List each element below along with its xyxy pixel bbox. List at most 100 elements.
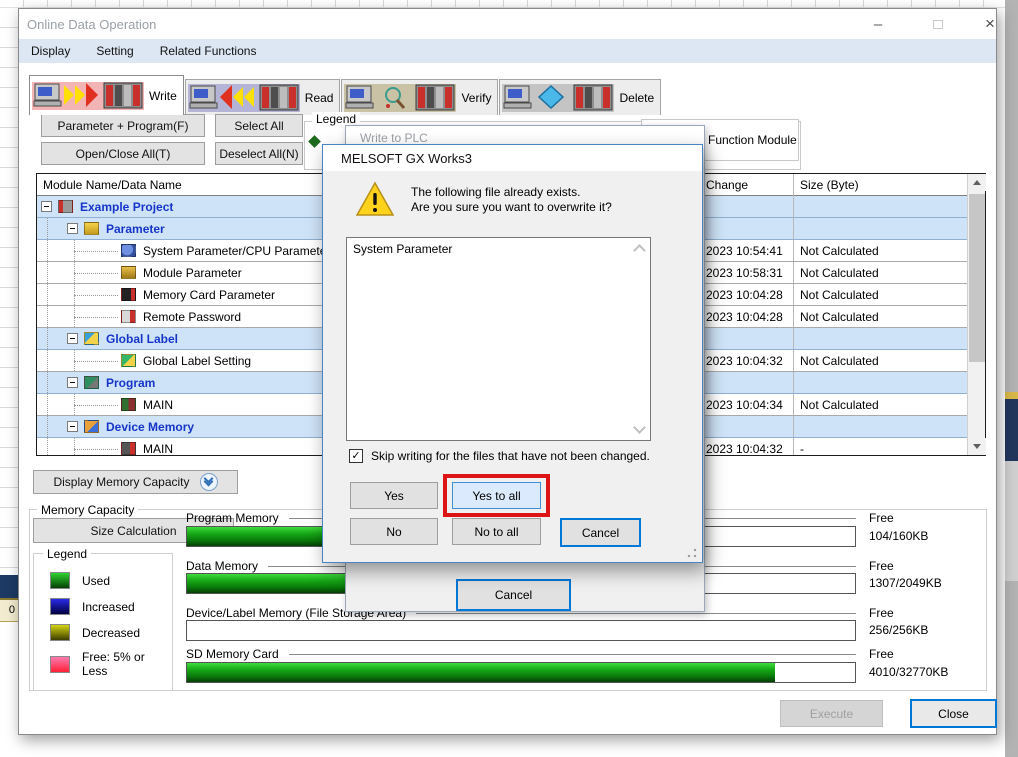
expand-collapse-toggle[interactable] xyxy=(67,377,78,388)
tree-item-label: MAIN xyxy=(143,442,173,456)
tree-cell-size xyxy=(793,372,967,393)
free-heading: Free xyxy=(869,559,894,573)
execute-button[interactable]: Execute xyxy=(780,700,883,727)
tree-cell-size: - xyxy=(793,438,967,455)
menu-item-display[interactable]: Display xyxy=(31,44,70,58)
overwrite-confirm-dialog: MELSOFT GX Works3 The following file alr… xyxy=(322,144,703,563)
window-title: Online Data Operation xyxy=(27,17,156,32)
tree-item-label: Module Parameter xyxy=(143,266,242,280)
module-parameter-icon xyxy=(121,266,136,279)
scroll-down-arrow-icon[interactable] xyxy=(968,438,986,455)
parameter-folder-icon xyxy=(84,222,99,235)
minimize-button[interactable]: – xyxy=(865,14,891,34)
menu-bar: Display Setting Related Functions xyxy=(19,39,996,63)
close-button[interactable]: Close xyxy=(910,699,997,728)
checkbox-checked-icon[interactable]: ✓ xyxy=(349,449,363,463)
tree-cell-size xyxy=(793,196,967,217)
write-to-plc-title: Write to PLC xyxy=(360,131,428,145)
device-memory-main-icon xyxy=(121,442,136,455)
yes-button[interactable]: Yes xyxy=(350,482,438,509)
tree-cell-size: Not Calculated xyxy=(793,394,967,415)
tree-item-label: System Parameter/CPU Parameter xyxy=(143,244,330,258)
expand-collapse-toggle[interactable] xyxy=(67,223,78,234)
select-all-button[interactable]: Select All xyxy=(215,114,303,137)
expand-collapse-toggle[interactable] xyxy=(41,201,52,212)
background-right-edge-navy xyxy=(1005,399,1018,461)
parameter-program-button[interactable]: Parameter + Program(F) xyxy=(41,114,205,137)
open-close-all-button[interactable]: Open/Close All(T) xyxy=(41,142,205,165)
tab-label: Verify xyxy=(461,91,491,105)
legend-panel-label: Legend xyxy=(312,112,360,126)
free-heading: Free xyxy=(869,647,894,661)
file-listbox[interactable]: System Parameter xyxy=(346,237,651,441)
file-list-item[interactable]: System Parameter xyxy=(347,238,650,260)
tree-item-label: Program xyxy=(106,376,155,390)
skip-writing-checkbox-row[interactable]: ✓ Skip writing for the files that have n… xyxy=(349,449,650,463)
tree-item-label: Parameter xyxy=(106,222,165,236)
tab-label: Delete xyxy=(619,91,654,105)
function-module-label: Function Module xyxy=(708,133,797,147)
free-heading: Free xyxy=(869,511,894,525)
free-value: 104/160KB xyxy=(869,529,928,543)
minimize-icon: – xyxy=(874,16,882,33)
memory-bar-label-sd-memory-card: SD Memory Card xyxy=(186,647,856,661)
yes-to-all-button[interactable]: Yes to all xyxy=(452,482,541,509)
maximize-button[interactable] xyxy=(925,14,951,34)
scroll-up-arrow-icon[interactable] xyxy=(968,174,986,191)
free-value: 1307/2049KB xyxy=(869,576,942,590)
memory-bar-fill xyxy=(187,663,775,682)
tree-item-label: Global Label xyxy=(106,332,178,346)
no-to-all-button[interactable]: No to all xyxy=(452,518,541,545)
delete-tab-icon xyxy=(502,84,614,112)
expand-collapse-toggle[interactable] xyxy=(67,333,78,344)
background-right-edge-light xyxy=(1005,461,1018,581)
maximize-icon xyxy=(933,20,943,29)
overwrite-dialog-title-bar[interactable]: MELSOFT GX Works3 xyxy=(323,145,702,171)
deselect-all-button[interactable]: Deselect All(N) xyxy=(215,142,303,165)
program-main-icon xyxy=(121,398,136,411)
tree-cell-size: Not Calculated xyxy=(793,350,967,371)
resize-grip-icon[interactable] xyxy=(687,548,697,558)
tree-cell-size: Not Calculated xyxy=(793,240,967,261)
screen: 0 Online Data Operation – × Display Setti… xyxy=(0,0,1018,757)
title-bar[interactable]: Online Data Operation – × xyxy=(19,9,996,39)
overwrite-dialog-title: MELSOFT GX Works3 xyxy=(341,151,472,166)
background-spreadsheet-grid-top xyxy=(0,0,1018,8)
tree-cell-size: Not Calculated xyxy=(793,306,967,327)
background-right-edge-accent xyxy=(1005,392,1018,399)
tree-item-label: Device Memory xyxy=(106,420,194,434)
memory-bar-sd-memory-card xyxy=(186,662,856,683)
warning-icon xyxy=(355,181,395,220)
column-header-size[interactable]: Size (Byte) xyxy=(793,174,967,196)
scrollbar-thumb[interactable] xyxy=(969,194,985,362)
display-memory-capacity-button[interactable]: Display Memory Capacity xyxy=(33,470,238,494)
menu-item-setting[interactable]: Setting xyxy=(96,44,133,58)
background-spreadsheet-grid-left xyxy=(0,8,18,575)
menu-item-related-functions[interactable]: Related Functions xyxy=(160,44,257,58)
tab-write[interactable]: Write xyxy=(29,75,184,115)
listbox-scroll-down-icon[interactable] xyxy=(633,421,646,434)
close-window-button[interactable]: × xyxy=(977,14,1003,34)
background-window-band xyxy=(0,575,18,598)
remote-password-icon xyxy=(121,310,136,323)
cancel-button[interactable]: Cancel xyxy=(560,518,641,547)
no-button[interactable]: No xyxy=(350,518,438,545)
tree-cell-size xyxy=(793,328,967,349)
background-spreadsheet-cell: 0 xyxy=(0,598,18,622)
background-right-edge xyxy=(1005,0,1018,757)
tab-verify[interactable]: Verify xyxy=(341,79,498,115)
tab-read[interactable]: Read xyxy=(185,79,341,115)
write-to-plc-cancel-button[interactable]: Cancel xyxy=(456,579,571,611)
tree-item-label: Global Label Setting xyxy=(143,354,251,368)
tree-item-label: Example Project xyxy=(80,200,173,214)
write-tab-icon xyxy=(32,82,144,110)
expand-collapse-toggle[interactable] xyxy=(67,421,78,432)
tab-delete[interactable]: Delete xyxy=(499,79,661,115)
tree-item-label: Remote Password xyxy=(143,310,241,324)
tree-table-scrollbar[interactable] xyxy=(967,174,985,455)
tree-item-label: MAIN xyxy=(143,398,173,412)
free-value: 256/256KB xyxy=(869,623,928,637)
free-heading: Free xyxy=(869,606,894,620)
tree-cell-size: Not Calculated xyxy=(793,284,967,305)
global-label-setting-icon xyxy=(121,354,136,367)
